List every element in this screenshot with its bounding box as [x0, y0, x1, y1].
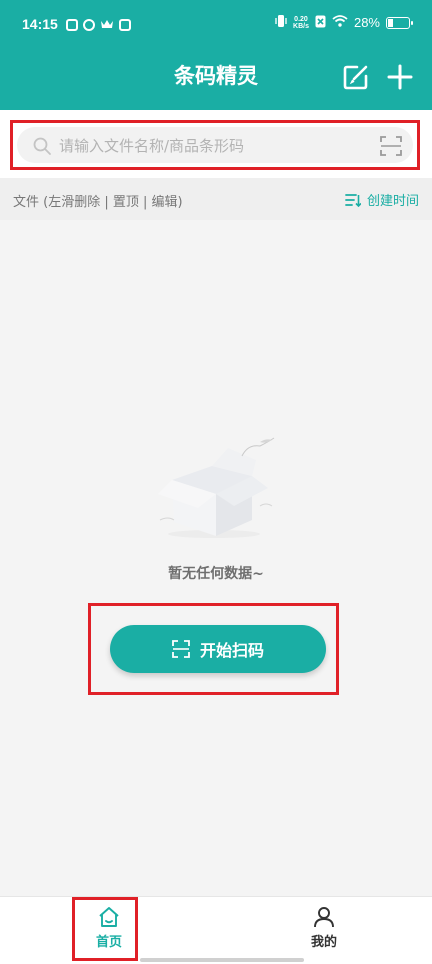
user-icon	[314, 907, 334, 928]
net-speed-unit: KB/s	[293, 22, 309, 30]
edit-button[interactable]	[342, 63, 370, 91]
home-icon	[99, 907, 119, 927]
notification-leaf-icon	[83, 18, 95, 31]
net-speed: 0.20 KB/s	[293, 16, 309, 30]
file-list-header: 文件 (左滑删除 | 置顶 | 编辑) 创建时间	[0, 178, 432, 220]
tab-home[interactable]: 首页	[79, 905, 139, 950]
start-scan-highlight-frame: 开始扫码	[88, 603, 339, 695]
vibrate-icon	[275, 14, 287, 31]
app-header: 14:15 0.20 KB/s 28% 条码精灵	[0, 0, 432, 110]
notification-icons	[66, 15, 131, 34]
start-scan-label: 开始扫码	[199, 641, 264, 660]
scan-icon	[172, 640, 190, 658]
notification-check-icon	[119, 18, 131, 31]
net-speed-value: 0.20	[294, 15, 308, 23]
search-input[interactable]	[59, 132, 359, 160]
tab-me-label: 我的	[310, 935, 337, 950]
home-indicator	[140, 958, 304, 962]
file-list-hint: 文件 (左滑删除 | 置顶 | 编辑)	[13, 195, 183, 210]
notification-app-icon	[66, 18, 78, 31]
search-highlight-frame	[10, 120, 420, 170]
battery-icon	[386, 16, 413, 29]
crown-icon	[100, 15, 114, 34]
scan-icon[interactable]	[379, 134, 403, 158]
empty-state-message: 暂无任何数据~	[168, 566, 264, 582]
status-bar: 14:15 0.20 KB/s 28%	[0, 0, 432, 52]
tab-me[interactable]: 我的	[294, 905, 354, 950]
start-scan-button[interactable]: 开始扫码	[110, 625, 326, 673]
battery-level	[388, 18, 394, 27]
search-section	[0, 110, 432, 178]
search-bar[interactable]	[17, 127, 413, 163]
sort-by-created-button[interactable]: 创建时间	[345, 190, 419, 209]
plus-icon	[387, 64, 413, 90]
tab-home-label: 首页	[95, 935, 122, 950]
status-right: 0.20 KB/s 28%	[275, 14, 413, 31]
bottom-tab-bar: 首页 我的	[0, 896, 432, 964]
sort-icon	[345, 193, 361, 207]
search-icon	[33, 137, 51, 155]
edit-icon	[343, 65, 368, 90]
empty-box-illustration	[158, 437, 275, 538]
battery-percent: 28%	[353, 15, 380, 30]
add-button[interactable]	[386, 63, 414, 91]
wifi-icon	[332, 15, 348, 30]
sort-label: 创建时间	[366, 194, 419, 209]
status-time: 14:15	[22, 16, 58, 32]
sim-off-icon	[315, 15, 326, 31]
